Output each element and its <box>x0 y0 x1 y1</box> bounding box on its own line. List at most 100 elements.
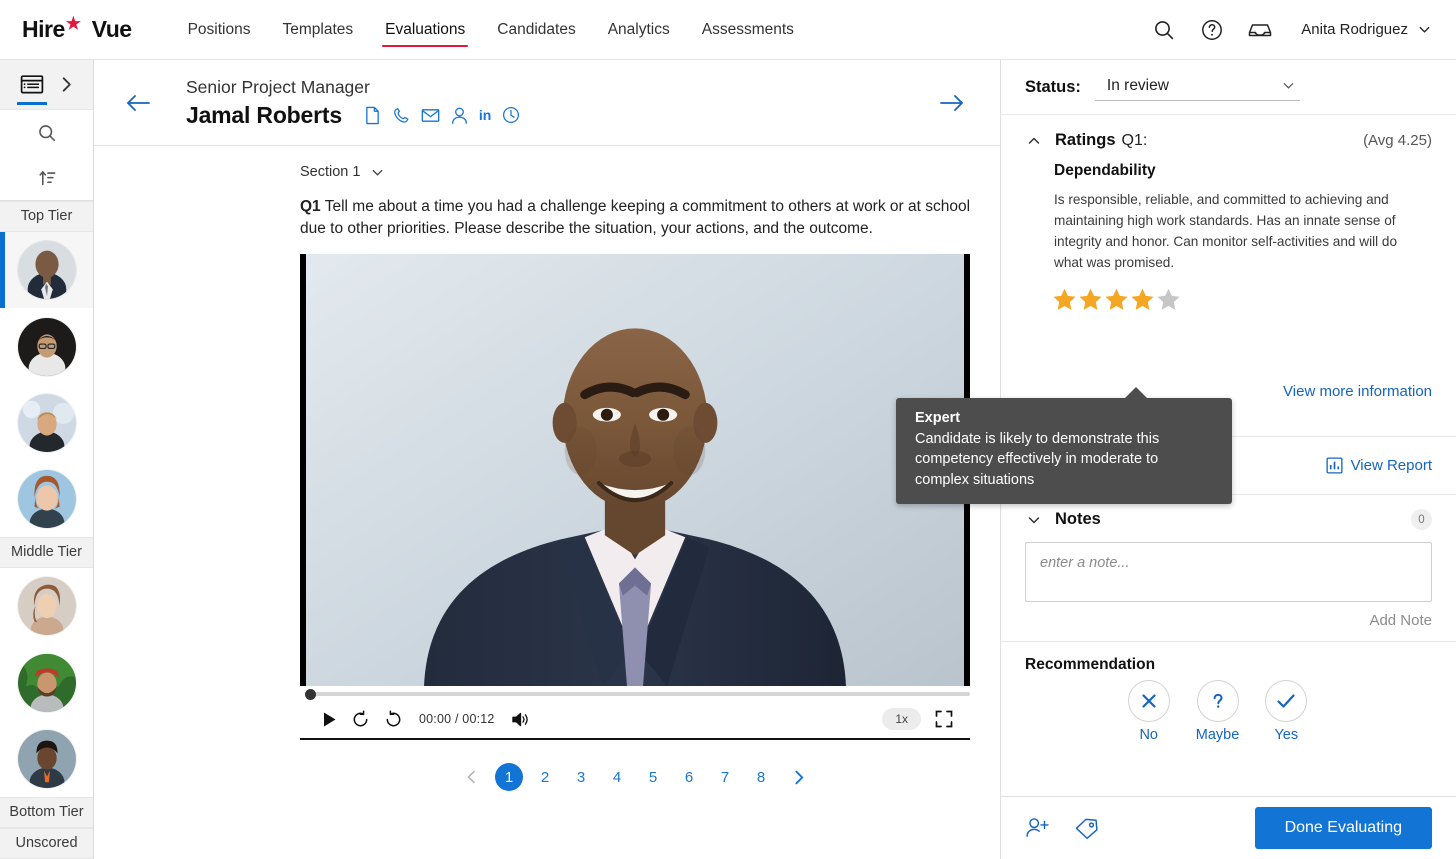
linkedin-icon[interactable]: in <box>479 107 491 123</box>
star-rating[interactable] <box>1052 287 1432 312</box>
play-button[interactable] <box>322 711 337 728</box>
playback-speed-button[interactable]: 1x <box>882 708 921 730</box>
tag-icon[interactable] <box>1074 817 1099 840</box>
status-label: Status: <box>1025 77 1081 96</box>
competency-description: Is responsible, reliable, and committed … <box>1054 192 1398 271</box>
avatar <box>17 577 76 636</box>
candidate-header: Senior Project Manager Jamal Roberts in <box>94 60 1000 146</box>
page-button-3[interactable]: 3 <box>567 763 595 791</box>
add-person-icon[interactable] <box>1025 816 1052 840</box>
list-item[interactable] <box>0 460 93 538</box>
profile-icon[interactable] <box>451 106 468 125</box>
recommendation-maybe-button[interactable]: Maybe <box>1196 680 1239 743</box>
nav-item-evaluations[interactable]: Evaluations <box>369 1 481 58</box>
rewind-button[interactable] <box>351 709 370 729</box>
tier-label-unscored: Unscored <box>0 828 93 859</box>
list-item[interactable] <box>0 232 93 309</box>
list-item[interactable] <box>0 568 93 645</box>
avatar <box>17 393 76 452</box>
recommendation-no-button[interactable]: No <box>1127 680 1170 743</box>
video-stage[interactable] <box>300 254 970 686</box>
document-icon[interactable] <box>364 106 381 125</box>
video-player: 00:00 / 00:12 1x <box>300 254 970 740</box>
candidate-rail-sidebar: Top Tier Middle Tier Bottom Tier Unscore… <box>0 60 94 859</box>
page-button-4[interactable]: 4 <box>603 763 631 791</box>
notes-collapse-toggle[interactable] <box>1025 511 1043 529</box>
rail-sort-icon[interactable] <box>0 155 93 200</box>
list-item[interactable] <box>0 720 93 797</box>
pagination-prev-button[interactable] <box>457 762 487 792</box>
rail-bottom-groups: Bottom Tier Unscored <box>0 797 93 859</box>
page-button-2[interactable]: 2 <box>531 763 559 791</box>
check-icon <box>1265 680 1308 723</box>
list-item[interactable] <box>0 384 93 461</box>
user-menu[interactable]: Anita Rodriguez <box>1301 21 1432 38</box>
hirevue-logo[interactable]: Hire ★ Vue <box>22 14 132 43</box>
nav-item-analytics[interactable]: Analytics <box>592 1 686 58</box>
view-more-information-link[interactable]: View more information <box>1283 383 1432 400</box>
rail-search-icon[interactable] <box>0 110 93 155</box>
video-frame <box>306 254 964 686</box>
nav-item-assessments[interactable]: Assessments <box>686 1 810 58</box>
list-panel-icon[interactable] <box>15 66 49 105</box>
logo-text-pre: Hire <box>22 16 65 42</box>
page-button-5[interactable]: 5 <box>639 763 667 791</box>
done-evaluating-button[interactable]: Done Evaluating <box>1254 807 1432 849</box>
nav-right-group: Anita Rodriguez <box>1151 17 1438 43</box>
inbox-icon[interactable] <box>1247 17 1273 43</box>
star-1[interactable] <box>1052 287 1077 312</box>
chevron-right-icon[interactable] <box>55 72 79 98</box>
rating-tooltip: Expert Candidate is likely to demonstrat… <box>896 387 1232 504</box>
star-5[interactable] <box>1156 287 1181 312</box>
page-button-7[interactable]: 7 <box>711 763 739 791</box>
notes-title: Notes <box>1055 510 1101 529</box>
note-input[interactable]: enter a note... <box>1025 542 1432 603</box>
star-2[interactable] <box>1078 287 1103 312</box>
list-item[interactable] <box>0 308 93 385</box>
competency-name: Dependability <box>1054 162 1156 179</box>
status-dropdown[interactable]: In review <box>1094 74 1300 101</box>
recommendation-yes-button[interactable]: Yes <box>1265 680 1308 744</box>
nav-item-candidates[interactable]: Candidates <box>481 1 591 58</box>
forward-button[interactable] <box>384 709 403 729</box>
section-selector[interactable]: Section 1 <box>94 164 1000 180</box>
ratings-section: Ratings Q1: (Avg 4.25) Dependability Is … <box>1001 115 1456 438</box>
top-navigation-bar: Hire ★ Vue Positions Templates Evaluations… <box>0 0 1456 60</box>
previous-candidate-button[interactable] <box>118 83 158 123</box>
close-icon <box>1127 680 1170 723</box>
nav-item-positions[interactable]: Positions <box>172 1 267 58</box>
email-icon[interactable] <box>421 107 440 124</box>
fullscreen-icon[interactable] <box>935 710 953 728</box>
add-note-button[interactable]: Add Note <box>1025 612 1432 629</box>
clock-icon[interactable] <box>502 106 520 124</box>
avatar <box>17 470 76 529</box>
logo-star-icon: ★ <box>65 14 81 33</box>
list-item[interactable] <box>0 644 93 721</box>
help-icon[interactable] <box>1199 17 1225 43</box>
star-4[interactable] <box>1130 287 1155 312</box>
page-button-8[interactable]: 8 <box>747 763 775 791</box>
video-time-display: 00:00 / 00:12 <box>419 712 495 726</box>
page-button-6[interactable]: 6 <box>675 763 703 791</box>
progress-handle[interactable] <box>305 688 316 700</box>
chevron-down-icon <box>1281 78 1296 93</box>
nav-item-templates[interactable]: Templates <box>266 1 369 58</box>
main-nav-items: Positions Templates Evaluations Candidat… <box>172 1 810 58</box>
search-icon[interactable] <box>1151 17 1177 43</box>
interview-content: Section 1 Q1 Tell me about a time you ha… <box>94 146 1000 859</box>
view-report-button[interactable]: View Report <box>1326 457 1432 474</box>
notes-count-badge: 0 <box>1411 509 1432 531</box>
avatar <box>17 317 76 376</box>
page-button-1[interactable]: 1 <box>495 763 523 791</box>
phone-icon[interactable] <box>392 106 410 125</box>
ratings-collapse-toggle[interactable] <box>1025 132 1043 150</box>
pagination-next-button[interactable] <box>783 762 813 792</box>
app-root: Hire ★ Vue Positions Templates Evaluations… <box>0 0 1456 859</box>
recommendation-yes-label: Yes <box>1274 727 1299 744</box>
video-progress-bar[interactable] <box>300 688 970 700</box>
evaluation-main-content: Senior Project Manager Jamal Roberts in … <box>94 60 1000 859</box>
next-candidate-button[interactable] <box>932 83 972 123</box>
star-3[interactable] <box>1104 287 1129 312</box>
volume-icon[interactable] <box>511 711 530 728</box>
question-number: Q1 <box>300 198 321 215</box>
